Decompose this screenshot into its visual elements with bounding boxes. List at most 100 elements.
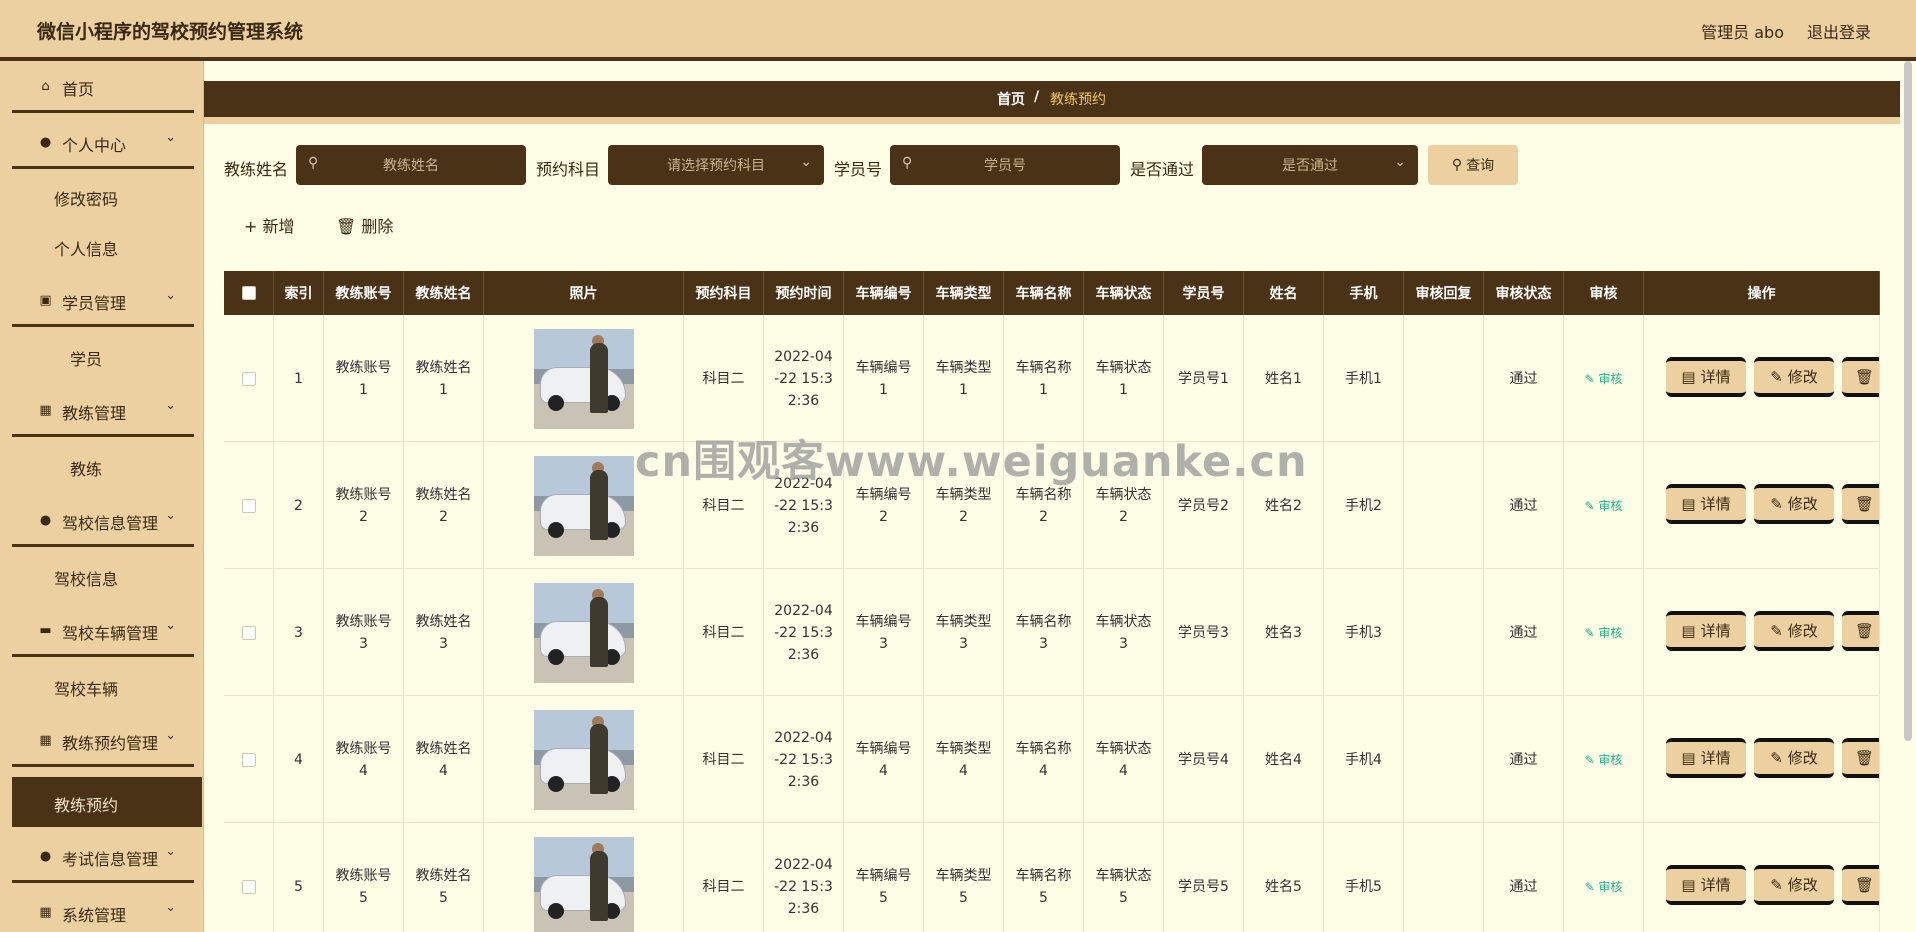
sidebar-item-student-mgmt[interactable]: ▣ 学员管理 ⌄: [12, 275, 194, 327]
cell-subject: 科目二: [684, 823, 764, 932]
query-button[interactable]: ⚲ 查询: [1428, 145, 1518, 185]
sidebar-item-label: 驾校信息管理: [62, 514, 159, 533]
coach-photo[interactable]: [533, 455, 634, 556]
sidebar-item-vehicle-mgmt[interactable]: ▬ 驾校车辆管理 ⌄: [12, 605, 194, 657]
button-label: 详情: [1700, 749, 1731, 767]
delete-row-button[interactable]: 🗑删除: [1842, 738, 1879, 778]
audit-link[interactable]: ✎ 审核: [1585, 622, 1623, 644]
grid-icon: ▦: [39, 905, 52, 920]
detail-button[interactable]: ▤ 详情: [1666, 865, 1746, 905]
column-header: 车辆状态: [1084, 271, 1164, 315]
logout-link[interactable]: 退出登录: [1807, 19, 1871, 43]
audit-label: 审核: [1598, 371, 1623, 386]
detail-button[interactable]: ▤ 详情: [1666, 611, 1746, 651]
row-checkbox[interactable]: [241, 752, 256, 767]
student-no-label: 学员号: [834, 160, 883, 179]
chevron-down-icon: ⌄: [165, 844, 176, 859]
coach-photo[interactable]: [533, 836, 634, 932]
cell-sname: 姓名4: [1244, 696, 1324, 823]
column-header: 姓名: [1244, 271, 1324, 315]
cell-name: 教练姓名3: [404, 569, 484, 696]
delete-button[interactable]: 🗑 删除: [336, 213, 393, 237]
table-row: 1 教练账号1 教练姓名1 科目二 2022-04-22 15:32:36 车辆编号1 车辆…: [224, 315, 1880, 442]
row-checkbox[interactable]: [241, 625, 256, 640]
sidebar-item-change-password[interactable]: 修改密码: [12, 173, 194, 219]
subject-select[interactable]: 请选择预约科目 ⌄: [608, 145, 824, 185]
search-icon: ⚲: [1451, 157, 1463, 173]
audit-link[interactable]: ✎ 审核: [1585, 368, 1623, 390]
operations-cell: ▤详情✎修改🗑删除: [1644, 823, 1880, 932]
passed-select[interactable]: 是否通过 ⌄: [1202, 145, 1418, 185]
vertical-scrollbar[interactable]: [1904, 61, 1912, 741]
detail-button[interactable]: ▤ 详情: [1666, 484, 1746, 524]
sidebar-item-system-mgmt[interactable]: ▦ 系统管理 ⌄: [12, 887, 194, 932]
column-header: 审核: [1564, 271, 1644, 315]
cell-status: 通过: [1484, 823, 1564, 932]
table-row: 3 教练账号3 教练姓名3 科目二 2022-04-22 15:32:36 车辆编号3 车辆…: [224, 569, 1880, 696]
audit-link[interactable]: ✎ 审核: [1585, 495, 1623, 517]
sidebar-item-home[interactable]: ⌂ 首页: [12, 61, 194, 113]
checkbox[interactable]: [241, 286, 256, 300]
cell-status: 通过: [1484, 442, 1564, 569]
cell-vstatus: 车辆状态3: [1084, 569, 1164, 696]
column-header: 教练姓名: [404, 271, 484, 315]
edit-button[interactable]: ✎ 修改: [1754, 611, 1834, 651]
select-all-checkbox[interactable]: [224, 271, 274, 315]
delete-row-button[interactable]: 🗑删除: [1842, 865, 1879, 905]
coach-photo[interactable]: [533, 709, 634, 810]
row-checkbox[interactable]: [241, 371, 256, 386]
sidebar-item-coach[interactable]: 教练: [12, 443, 194, 489]
row-checkbox[interactable]: [241, 498, 256, 513]
home-icon: ⌂: [41, 79, 50, 94]
coach-photo[interactable]: [533, 328, 634, 429]
plus-icon: +: [244, 217, 258, 236]
sidebar-item-booking[interactable]: 教练预约: [12, 777, 202, 827]
cell-sno: 学员号1: [1164, 315, 1244, 442]
sidebar-item-booking-mgmt[interactable]: ▦ 教练预约管理 ⌄: [12, 715, 194, 767]
button-label: 删除: [1879, 366, 1880, 388]
row-checkbox[interactable]: [241, 879, 256, 894]
coach-photo[interactable]: [533, 582, 634, 683]
column-header: 教练账号: [324, 271, 404, 315]
audit-cell: ✎ 审核: [1564, 823, 1644, 932]
edit-button[interactable]: ✎ 修改: [1754, 357, 1834, 397]
coach-name-input[interactable]: ⚲ 教练姓名: [296, 145, 526, 185]
sidebar-item-coach-mgmt[interactable]: ▦ 教练管理 ⌄: [12, 385, 194, 437]
delete-row-button[interactable]: 🗑删除: [1842, 484, 1879, 524]
breadcrumb-home[interactable]: 首页: [997, 89, 1025, 109]
edit-button[interactable]: ✎ 修改: [1754, 484, 1834, 524]
add-button[interactable]: + 新增: [244, 213, 295, 237]
sidebar-item-school-info-mgmt[interactable]: ● 驾校信息管理 ⌄: [12, 495, 194, 547]
sidebar-item-school-info[interactable]: 驾校信息: [12, 553, 194, 599]
photo-cell: [484, 823, 684, 932]
detail-button[interactable]: ▤ 详情: [1666, 738, 1746, 778]
sidebar-item-exam-mgmt[interactable]: ● 考试信息管理 ⌄: [12, 831, 194, 883]
cell-sname: 姓名3: [1244, 569, 1324, 696]
audit-link[interactable]: ✎ 审核: [1585, 749, 1623, 771]
delete-row-button[interactable]: 🗑删除: [1842, 357, 1880, 397]
edit-icon: ✎: [1770, 622, 1783, 640]
person-shape: [589, 469, 608, 540]
edit-button[interactable]: ✎ 修改: [1754, 738, 1834, 778]
search-icon: ⚲: [902, 155, 913, 171]
audit-link[interactable]: ✎ 审核: [1585, 876, 1623, 898]
sidebar-item-personal[interactable]: ● 个人中心 ⌄: [12, 117, 194, 169]
sidebar-item-label: 教练预约: [54, 796, 119, 815]
edit-button[interactable]: ✎ 修改: [1754, 865, 1834, 905]
sidebar-item-label: 学员管理: [62, 294, 127, 313]
column-header: 照片: [484, 271, 684, 315]
admin-user[interactable]: 管理员 abo: [1701, 19, 1784, 43]
sidebar-item-personal-info[interactable]: 个人信息: [12, 223, 194, 269]
sidebar-item-student[interactable]: 学员: [12, 333, 194, 379]
sidebar-item-vehicle[interactable]: 驾校车辆: [12, 663, 194, 709]
cell-idx: 5: [274, 823, 324, 932]
button-label: 修改: [1787, 622, 1818, 640]
cell-vtype: 车辆类型4: [924, 696, 1004, 823]
column-header: 车辆类型: [924, 271, 1004, 315]
cell-name: 教练姓名1: [404, 315, 484, 442]
cell-idx: 2: [274, 442, 324, 569]
sidebar-item-label: 首页: [62, 80, 95, 99]
student-no-input[interactable]: ⚲ 学员号: [890, 145, 1120, 185]
delete-row-button[interactable]: 🗑删除: [1842, 611, 1879, 651]
detail-button[interactable]: ▤ 详情: [1666, 357, 1746, 397]
